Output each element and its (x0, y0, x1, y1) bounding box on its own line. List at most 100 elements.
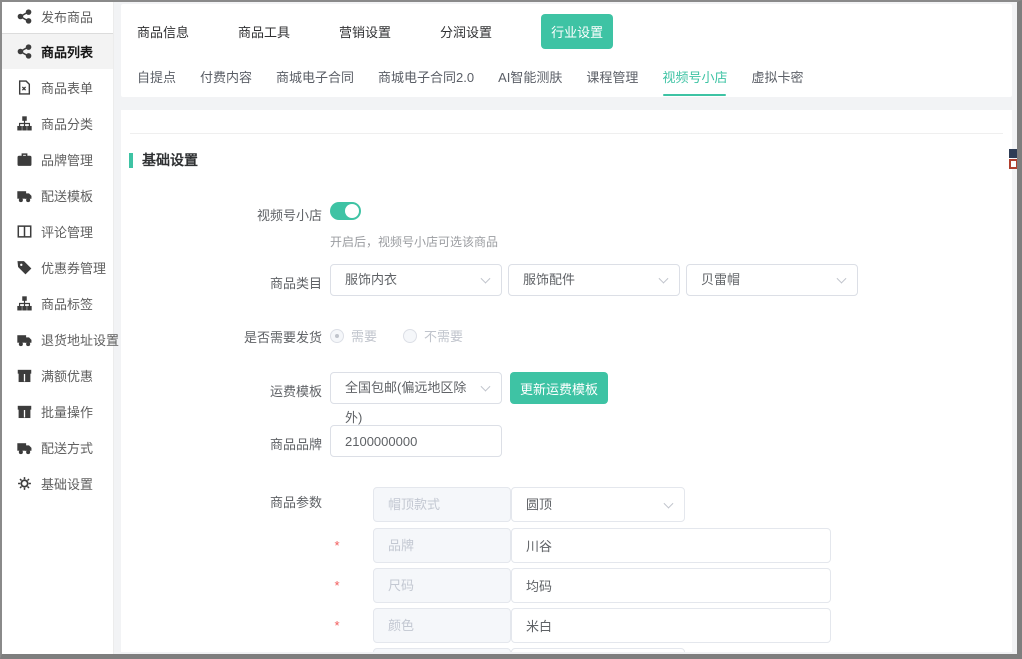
sidebar-item-return-address-settings[interactable]: 退货地址设置 (0, 321, 113, 357)
tab-product-tools[interactable]: 商品工具 (238, 22, 290, 41)
sidebar-item-brand-management[interactable]: 品牌管理 (0, 141, 113, 177)
freight-template-value: 全国包邮(偏远地区除外) (345, 380, 466, 425)
sidebar-item-product-category[interactable]: 商品分类 (0, 105, 113, 141)
chevron-down-icon (664, 498, 674, 508)
radio-label: 不需要 (424, 326, 463, 345)
sidebar: 发布商品 商品列表 商品表单 商品分类 品牌管理 (0, 0, 114, 659)
channel-shop-toggle[interactable] (330, 202, 361, 220)
sidebar-item-publish-product[interactable]: 发布商品 (0, 0, 113, 33)
radio-need-shipping-no[interactable]: 不需要 (403, 326, 463, 345)
radio-circle (330, 329, 344, 343)
category-level3-value: 贝雷帽 (701, 272, 740, 287)
freight-template-select[interactable]: 全国包邮(偏远地区除外) (330, 372, 502, 404)
sidebar-item-label: 商品标签 (41, 294, 93, 313)
sidebar-item-label: 优惠券管理 (41, 258, 106, 277)
required-asterisk: * (331, 578, 343, 593)
param-value-input[interactable] (511, 608, 831, 643)
clipped-side-widget[interactable] (1009, 149, 1018, 169)
share-nodes-icon (17, 9, 32, 24)
tab-mall-e-contract[interactable]: 商城电子合同 (276, 67, 354, 86)
param-value-input[interactable] (511, 528, 831, 563)
tab-pickup-point[interactable]: 自提点 (137, 67, 176, 86)
section-header: 基础设置 (129, 150, 198, 170)
param-name-field (373, 648, 511, 652)
section-title: 基础设置 (142, 150, 198, 170)
truck-icon (17, 332, 32, 347)
sidebar-item-full-amount-discount[interactable]: 满额优惠 (0, 357, 113, 393)
param-value-select[interactable]: 圆顶 (511, 487, 685, 522)
secondary-tabs: 自提点 付费内容 商城电子合同 商城电子合同2.0 AI智能测肤 课程管理 视频… (121, 56, 1012, 97)
sidebar-item-coupon-management[interactable]: 优惠券管理 (0, 249, 113, 285)
radio-need-shipping-yes[interactable]: 需要 (330, 326, 377, 345)
product-brand-label: 商品品牌 (121, 434, 322, 453)
sidebar-item-review-management[interactable]: 评论管理 (0, 213, 113, 249)
category-level2-value: 服饰配件 (523, 272, 575, 287)
sidebar-item-label: 配送方式 (41, 438, 93, 457)
chevron-down-icon (481, 382, 491, 392)
tab-virtual-card-key[interactable]: 虚拟卡密 (751, 67, 803, 86)
briefcase-icon (17, 152, 32, 167)
box-icon (17, 404, 32, 419)
sidebar-item-batch-operations[interactable]: 批量操作 (0, 393, 113, 429)
toggle-knob (345, 204, 359, 218)
param-name-field: 品牌 (373, 528, 511, 563)
sidebar-item-shipping-template[interactable]: 配送模板 (0, 177, 113, 213)
file-icon (17, 80, 32, 95)
required-asterisk: * (331, 618, 343, 633)
sidebar-item-product-list[interactable]: 商品列表 (0, 33, 113, 69)
tab-paid-content[interactable]: 付费内容 (200, 67, 252, 86)
category-level2-select[interactable]: 服饰配件 (508, 264, 680, 296)
sidebar-item-label: 商品分类 (41, 114, 93, 133)
truck-icon (17, 440, 32, 455)
tab-course-management[interactable]: 课程管理 (586, 67, 638, 86)
channel-shop-hint: 开启后，视频号小店可选该商品 (330, 233, 498, 250)
radio-circle (403, 329, 417, 343)
product-brand-input[interactable] (330, 425, 502, 457)
param-value-input[interactable] (511, 568, 831, 603)
chevron-down-icon (837, 274, 847, 284)
update-freight-template-button[interactable]: 更新运费模板 (510, 372, 608, 404)
category-level1-value: 服饰内衣 (345, 272, 397, 287)
clipped-widget-bottom (1009, 159, 1018, 169)
sidebar-item-label: 发布商品 (41, 7, 93, 26)
product-params-label: 商品参数 (121, 492, 322, 511)
truck-icon (17, 188, 32, 203)
sidebar-item-label: 配送模板 (41, 186, 93, 205)
tab-marketing-settings[interactable]: 营销设置 (339, 22, 391, 41)
sidebar-item-product-form[interactable]: 商品表单 (0, 69, 113, 105)
gear-icon (17, 476, 32, 491)
window: 发布商品 商品列表 商品表单 商品分类 品牌管理 (0, 0, 1022, 659)
content-panel: 基础设置 视频号小店 开启后，视频号小店可选该商品 商品类目 服饰内衣 服饰配件… (121, 110, 1012, 652)
need-shipping-label: 是否需要发货 (121, 327, 322, 346)
tab-profit-sharing-settings[interactable]: 分润设置 (440, 22, 492, 41)
param-value-select[interactable] (511, 648, 685, 652)
sitemap-icon (17, 296, 32, 311)
sidebar-item-label: 基础设置 (41, 474, 93, 493)
need-shipping-radio-group: 需要 不需要 (330, 326, 489, 345)
sidebar-item-label: 评论管理 (41, 222, 93, 241)
box-icon (17, 368, 32, 383)
tab-channels-shop[interactable]: 视频号小店 (662, 67, 727, 86)
chevron-down-icon (659, 274, 669, 284)
sidebar-item-delivery-method[interactable]: 配送方式 (0, 429, 113, 465)
share-nodes-icon (17, 44, 32, 59)
tab-mall-e-contract-2[interactable]: 商城电子合同2.0 (378, 67, 474, 86)
tab-ai-skin-test[interactable]: AI智能测肤 (498, 67, 562, 86)
category-level3-select[interactable]: 贝雷帽 (686, 264, 858, 296)
chevron-down-icon (481, 274, 491, 284)
section-accent-bar (129, 153, 133, 168)
channel-shop-label: 视频号小店 (121, 205, 322, 224)
required-asterisk: * (331, 538, 343, 553)
divider (130, 133, 1003, 134)
sidebar-item-label: 品牌管理 (41, 150, 93, 169)
sidebar-item-basic-settings[interactable]: 基础设置 (0, 465, 113, 501)
tab-industry-settings[interactable]: 行业设置 (541, 14, 613, 49)
tab-panel: 商品信息 商品工具 营销设置 分润设置 行业设置 自提点 付费内容 商城电子合同… (121, 4, 1012, 97)
primary-tabs: 商品信息 商品工具 营销设置 分润设置 行业设置 (121, 4, 1012, 58)
sidebar-item-product-tags[interactable]: 商品标签 (0, 285, 113, 321)
tab-product-info[interactable]: 商品信息 (137, 22, 189, 41)
param-name-field: 帽顶款式 (373, 487, 511, 522)
category-level1-select[interactable]: 服饰内衣 (330, 264, 502, 296)
sitemap-icon (17, 116, 32, 131)
columns-icon (17, 224, 32, 239)
